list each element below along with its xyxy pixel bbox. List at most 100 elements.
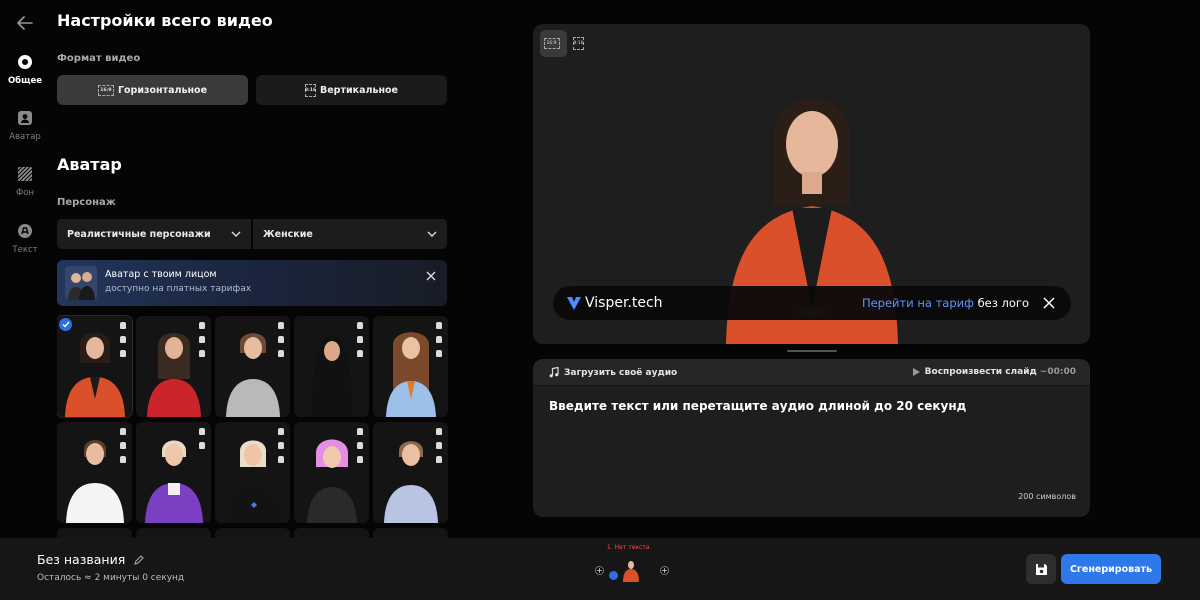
avatar-thumbnail	[385, 332, 436, 417]
avatar-thumbnail	[310, 335, 353, 417]
add-slide-after-button[interactable]: +	[660, 566, 669, 575]
avatar-thumbnail	[306, 439, 357, 523]
avatar-card[interactable]	[215, 528, 290, 538]
format-vertical-label: Вертикальное	[319, 84, 398, 96]
left-rail: Общее Аватар Фон Текст	[0, 0, 50, 538]
chevron-down-icon	[231, 231, 241, 237]
rail-item-avatar[interactable]: Аватар	[0, 109, 50, 142]
visper-logo-icon	[567, 296, 581, 310]
chevron-down-icon	[427, 231, 437, 237]
play-slide-label: Воспроизвести слайд	[924, 367, 1037, 377]
promo-subtitle: доступно на платных тарифах	[105, 284, 252, 294]
slide-thumbnail[interactable]	[622, 558, 640, 582]
generate-button[interactable]: Сгенерировать	[1061, 554, 1161, 584]
promo-avatar-image	[65, 266, 97, 300]
preview-ratio-16-9-button[interactable]: 16:9	[540, 30, 567, 57]
rail-item-background[interactable]: Фон	[0, 165, 50, 198]
format-horizontal-button[interactable]: 16:9 Горизонтальное	[57, 75, 248, 105]
avatar-card[interactable]	[373, 528, 448, 538]
pencil-icon[interactable]	[133, 554, 145, 566]
avatar-card[interactable]	[294, 422, 369, 523]
editor-toolbar: Загрузить своё аудио Воспроизвести слайд…	[533, 359, 1090, 386]
aspect-9-16-icon: 9:16	[305, 83, 316, 97]
visper-logo: Visper.tech	[567, 295, 663, 311]
play-duration: ~00:00	[1039, 367, 1076, 377]
upload-audio-button[interactable]: Загрузить своё аудио	[549, 367, 677, 378]
aspect-16-9-icon: 16:9	[543, 38, 560, 49]
close-icon[interactable]	[425, 270, 437, 282]
avatar-card[interactable]	[136, 528, 211, 538]
add-slide-before-button[interactable]: +	[595, 566, 604, 575]
avatar-thumbnail	[64, 332, 125, 417]
avatar-thumbnail	[223, 440, 282, 523]
rail-item-label: Текст	[12, 245, 38, 255]
format-horizontal-label: Горизонтальное	[117, 84, 208, 96]
format-vertical-button[interactable]: 9:16 Вертикальное	[256, 75, 447, 105]
avatar-thumbnail	[65, 440, 124, 523]
avatar-thumbnail	[146, 333, 201, 417]
slide-warning: 1. Нет текста	[607, 544, 650, 551]
gender-value: Женские	[263, 228, 313, 240]
selected-check-icon	[59, 318, 72, 331]
avatar-thumbnail	[225, 333, 280, 417]
background-icon	[16, 165, 34, 183]
bottom-bar: Без названия Осталось ≈ 2 минуты 0 секун…	[0, 538, 1200, 600]
avatar-thumbnail	[144, 440, 203, 523]
music-note-icon	[549, 367, 559, 378]
avatar-card[interactable]	[294, 528, 369, 538]
aspect-9-16-icon: 9:16	[573, 37, 584, 50]
rail-item-label: Аватар	[9, 132, 41, 142]
avatar-card[interactable]	[57, 422, 132, 523]
character-type-select[interactable]: Реалистичные персонажи	[57, 219, 251, 249]
avatar-thumbnail	[383, 441, 438, 523]
custom-avatar-promo[interactable]: Аватар с твоим лицом доступно на платных…	[57, 260, 447, 306]
rail-item-text[interactable]: Текст	[0, 222, 50, 255]
save-icon	[1035, 563, 1047, 575]
rail-item-label: Общее	[7, 76, 43, 86]
script-editor: Загрузить своё аудио Воспроизвести слайд…	[533, 359, 1090, 517]
settings-icon	[16, 53, 34, 71]
avatar-card[interactable]	[136, 316, 211, 417]
upload-audio-label: Загрузить своё аудио	[564, 367, 678, 378]
avatar-icon	[16, 109, 34, 127]
play-icon	[912, 368, 920, 376]
avatar-card[interactable]	[215, 316, 290, 417]
promo-title: Аватар с твоим лицом	[105, 269, 217, 280]
char-counter: 200 символов	[1018, 492, 1076, 501]
avatar-card[interactable]	[373, 422, 448, 523]
upgrade-plan-link[interactable]: Перейти на тариф	[862, 296, 974, 310]
avatar-card[interactable]	[136, 422, 211, 523]
banner-suffix: без лого	[973, 296, 1029, 310]
preview-ratio-9-16-button[interactable]: 9:16	[567, 30, 594, 57]
project-title-text: Без названия	[37, 552, 126, 567]
watermark-banner: Visper.tech Перейти на тариф без лого	[553, 286, 1071, 320]
format-label: Формат видео	[57, 53, 141, 64]
rail-item-label: Фон	[15, 188, 35, 198]
rail-item-general[interactable]: Общее	[0, 53, 50, 86]
character-type-value: Реалистичные персонажи	[67, 228, 211, 240]
settings-panel: Настройки всего видео Формат видео 16:9 …	[57, 0, 448, 538]
video-preview: 16:9 9:16 Visper.tech Перейти на тариф б…	[533, 24, 1090, 344]
remaining-time: Осталось ≈ 2 минуты 0 секунд	[37, 573, 185, 583]
play-slide-button[interactable]: Воспроизвести слайд ~00:00	[912, 367, 1076, 377]
visper-logo-text: Visper.tech	[585, 295, 663, 311]
character-label: Персонаж	[57, 197, 116, 208]
project-title[interactable]: Без названия	[37, 552, 145, 567]
avatar-card[interactable]	[294, 316, 369, 417]
text-icon	[16, 222, 34, 240]
avatar-section-title: Аватар	[57, 155, 122, 174]
banner-cta: Перейти на тариф без лого	[862, 296, 1029, 310]
slide-selected-check-icon	[609, 571, 618, 580]
arrow-left-icon	[17, 16, 33, 30]
avatar-card[interactable]	[57, 528, 132, 538]
script-input[interactable]: Введите текст или перетащите аудио длино…	[549, 399, 966, 413]
close-icon[interactable]	[1043, 297, 1055, 309]
avatar-card[interactable]	[215, 422, 290, 523]
gender-select[interactable]: Женские	[253, 219, 447, 249]
avatar-card[interactable]	[57, 315, 133, 418]
avatar-card[interactable]	[373, 316, 448, 417]
resize-handle[interactable]	[787, 350, 837, 352]
back-button[interactable]	[14, 13, 36, 33]
save-button[interactable]	[1026, 554, 1056, 584]
page-title: Настройки всего видео	[57, 11, 273, 30]
